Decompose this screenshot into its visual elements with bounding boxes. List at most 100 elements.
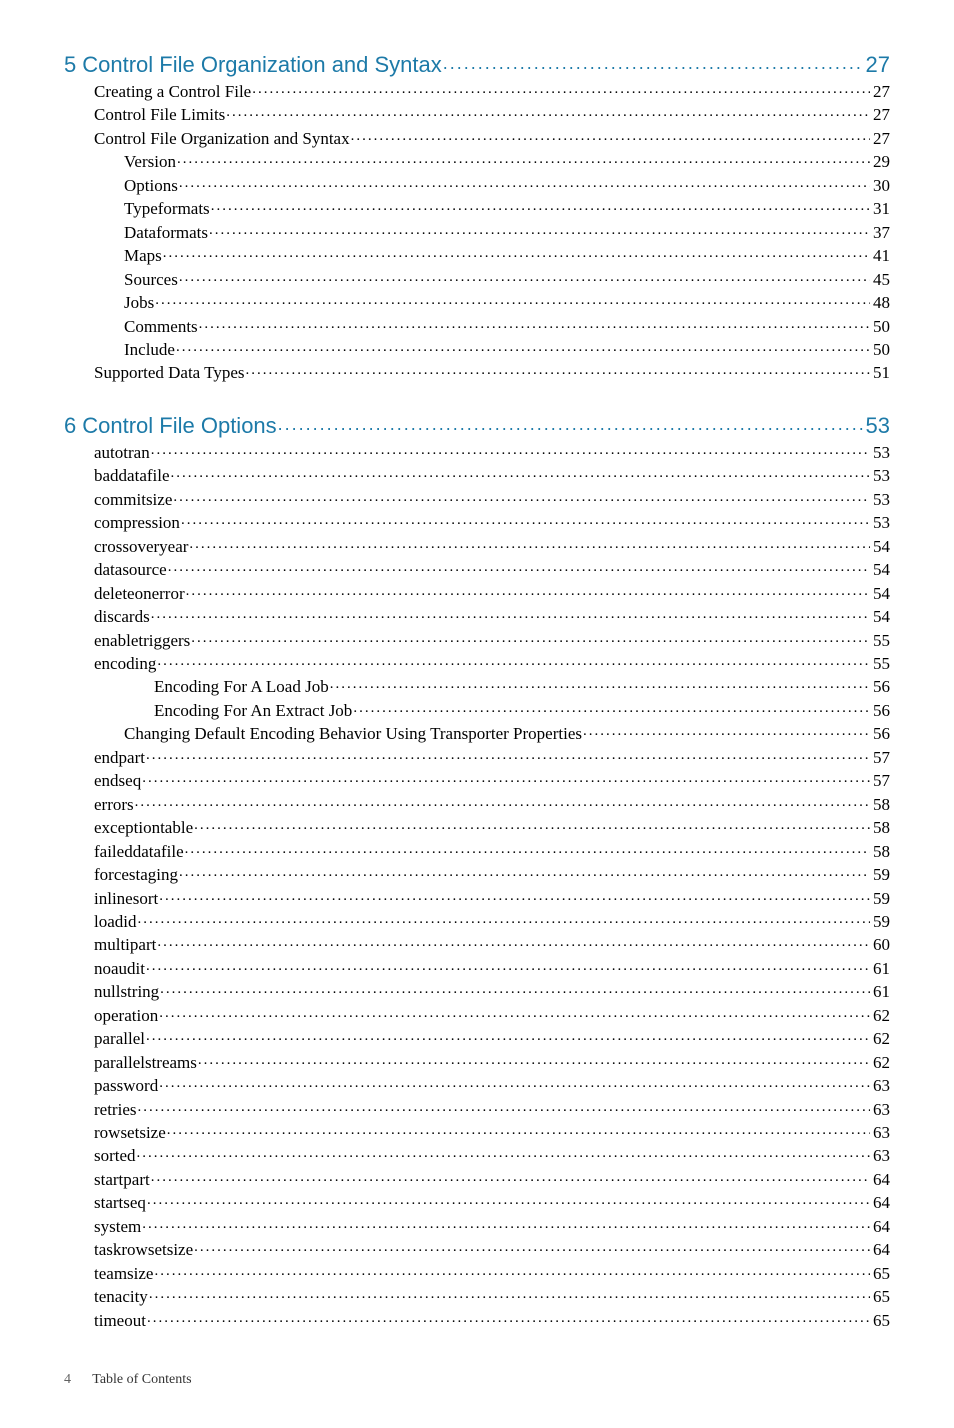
toc-leader [246,361,870,378]
toc-entry[interactable]: system64 [94,1215,890,1238]
toc-leader [179,863,870,880]
toc-entry[interactable]: Changing Default Encoding Behavior Using… [124,722,890,745]
toc-entry[interactable]: Include50 [124,338,890,361]
toc-entry-page: 27 [871,103,890,126]
toc-leader [177,150,870,167]
toc-entry[interactable]: taskrowsetsize64 [94,1238,890,1261]
toc-entry[interactable]: rowsetsize63 [94,1121,890,1144]
toc-entry[interactable]: Options30 [124,174,890,197]
toc-entry[interactable]: commitsize53 [94,488,890,511]
toc-entry-title: startseq [94,1191,146,1214]
toc-entry-page: 61 [871,980,890,1003]
toc-entry[interactable]: exceptiontable58 [94,816,890,839]
toc-entry[interactable]: loadid 59 [94,910,890,933]
toc-entry[interactable]: baddatafile53 [94,464,890,487]
toc-entry[interactable]: enabletriggers55 [94,629,890,652]
toc-entry-title: startpart [94,1168,150,1191]
toc-entry[interactable]: nullstring61 [94,980,890,1003]
toc-entry[interactable]: endpart57 [94,746,890,769]
toc-entry[interactable]: sorted 63 [94,1144,890,1167]
toc-entry-page: 57 [871,769,890,792]
toc-entry-title: commitsize [94,488,172,511]
toc-entry[interactable]: parallel62 [94,1027,890,1050]
toc-entry[interactable]: Supported Data Types51 [94,361,890,384]
toc-leader [151,1168,870,1185]
toc-entry[interactable]: deleteonerror54 [94,582,890,605]
toc-entry-page: 51 [871,361,890,384]
toc-entry-page: 54 [871,582,890,605]
toc-entry-page: 58 [871,816,890,839]
toc-entry[interactable]: multipart60 [94,933,890,956]
toc-entry[interactable]: tenacity65 [94,1285,890,1308]
toc-leader [159,887,870,904]
toc-entry[interactable]: autotran53 [94,441,890,464]
toc-entry[interactable]: Typeformats31 [124,197,890,220]
toc-entry[interactable]: Encoding For A Load Job56 [154,675,890,698]
toc-entry-page: 59 [871,910,890,933]
toc-entry[interactable]: Control File Organization and Syntax27 [94,127,890,150]
toc-entry[interactable]: Creating a Control File 27 [94,80,890,103]
toc-entry-title: Encoding For An Extract Job [154,699,352,722]
toc-entry[interactable]: password63 [94,1074,890,1097]
toc-leader [146,1027,870,1044]
toc-entry[interactable]: noaudit61 [94,957,890,980]
toc-entry[interactable]: Sources45 [124,268,890,291]
toc-entry[interactable]: faileddatafile58 [94,840,890,863]
toc-chapter-page: 27 [864,52,890,78]
toc-entry[interactable]: compression53 [94,511,890,534]
toc-entry[interactable]: timeout65 [94,1309,890,1332]
toc-entry-page: 57 [871,746,890,769]
toc-entry[interactable]: Dataformats37 [124,221,890,244]
toc-entry[interactable]: inlinesort59 [94,887,890,910]
toc-leader [191,629,870,646]
toc-entry-page: 55 [871,652,890,675]
toc-entry-title: Creating a Control File [94,80,251,103]
toc-leader [185,840,870,857]
toc-leader [179,174,870,191]
toc-entry-title: parallelstreams [94,1051,197,1074]
toc-entry[interactable]: Encoding For An Extract Job56 [154,699,890,722]
toc-entry-title: password [94,1074,158,1097]
toc-leader [194,1238,870,1255]
toc-entry-title: sorted [94,1144,136,1167]
toc-entry[interactable]: startseq 64 [94,1191,890,1214]
toc-entry-page: 27 [871,80,890,103]
toc-leader [167,1121,870,1138]
toc-chapter-title: Control File Options [82,413,276,439]
toc-chapter[interactable]: 6Control File Options53 [64,411,890,439]
toc-chapter[interactable]: 5Control File Organization and Syntax27 [64,50,890,78]
toc-entry[interactable]: discards54 [94,605,890,628]
toc-entry[interactable]: parallelstreams62 [94,1051,890,1074]
toc-entry-page: 63 [871,1121,890,1144]
toc-entry-title: loadid [94,910,137,933]
toc-entry[interactable]: Jobs48 [124,291,890,314]
toc-entry[interactable]: Version29 [124,150,890,173]
toc-entry[interactable]: errors58 [94,793,890,816]
footer-label: Table of Contents [92,1372,191,1387]
toc-entry-page: 63 [871,1098,890,1121]
toc-leader [186,582,870,599]
toc-entry-title: teamsize [94,1262,153,1285]
toc-entry[interactable]: retries63 [94,1098,890,1121]
toc-entry[interactable]: Comments50 [124,315,890,338]
toc-leader [198,1051,870,1068]
toc-entry[interactable]: Maps41 [124,244,890,267]
toc-entry-title: Jobs [124,291,154,314]
toc-entry-title: Encoding For A Load Job [154,675,329,698]
page-footer: 4 Table of Contents [64,1372,890,1388]
toc-entry-page: 53 [871,441,890,464]
toc-entry-page: 63 [871,1144,890,1167]
toc-entry[interactable]: startpart64 [94,1168,890,1191]
toc-entry[interactable]: Control File Limits27 [94,103,890,126]
toc-leader [146,957,870,974]
toc-entry[interactable]: endseq57 [94,769,890,792]
toc-entry[interactable]: encoding55 [94,652,890,675]
toc-entry-page: 64 [871,1238,890,1261]
toc-entry[interactable]: datasource54 [94,558,890,581]
toc-entry[interactable]: teamsize65 [94,1262,890,1285]
toc-entry[interactable]: crossoveryear54 [94,535,890,558]
toc-entry[interactable]: forcestaging59 [94,863,890,886]
toc-entry-page: 64 [871,1191,890,1214]
toc-entry-title: multipart [94,933,156,956]
toc-entry[interactable]: operation62 [94,1004,890,1027]
